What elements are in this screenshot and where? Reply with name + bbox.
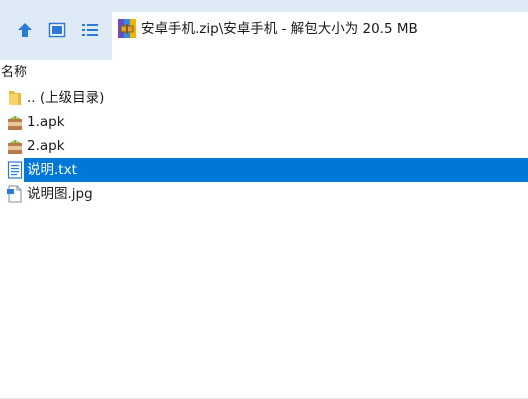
list-button[interactable]	[77, 17, 103, 43]
apk-icon	[8, 140, 22, 154]
list-item-label: 说明图.jpg	[27, 186, 93, 202]
view-panel-icon	[48, 22, 66, 38]
file-list: .. (上级目录) 1.apk 2.apk 说明.txt 说明图.jpg	[0, 86, 528, 206]
up-arrow-icon	[18, 23, 32, 37]
toolbar: 安卓手机.zip\安卓手机 - 解包大小为 20.5 MB	[0, 0, 528, 60]
list-item-label: .. (上级目录)	[27, 90, 105, 106]
path-text: 安卓手机.zip\安卓手机 - 解包大小为 20.5 MB	[141, 21, 418, 37]
archive-window: 安卓手机.zip\安卓手机 - 解包大小为 20.5 MB 名称 .. (上级目…	[0, 0, 528, 399]
image-file-icon	[7, 185, 22, 203]
selection-highlight	[24, 158, 528, 182]
list-icon	[82, 24, 98, 36]
list-item-label: 1.apk	[27, 114, 65, 130]
list-item-label: 说明.txt	[27, 162, 77, 178]
apk-icon	[8, 116, 22, 130]
path-bar-strip	[112, 46, 528, 60]
view-button[interactable]	[44, 17, 70, 43]
list-item-label: 2.apk	[27, 138, 65, 154]
list-item-file[interactable]: 2.apk	[0, 134, 528, 158]
path-bar[interactable]: 安卓手机.zip\安卓手机 - 解包大小为 20.5 MB	[112, 12, 528, 46]
folder-icon	[9, 91, 21, 105]
list-item-parent[interactable]: .. (上级目录)	[0, 86, 528, 110]
column-header-name[interactable]: 名称	[1, 60, 27, 86]
column-header-row: 名称	[0, 60, 528, 86]
text-file-icon	[7, 161, 23, 179]
list-item-file[interactable]: 1.apk	[0, 110, 528, 134]
up-button[interactable]	[12, 17, 38, 43]
list-item-file-selected[interactable]: 说明.txt	[0, 158, 528, 182]
archive-icon	[118, 19, 136, 38]
list-item-file[interactable]: 说明图.jpg	[0, 182, 528, 206]
